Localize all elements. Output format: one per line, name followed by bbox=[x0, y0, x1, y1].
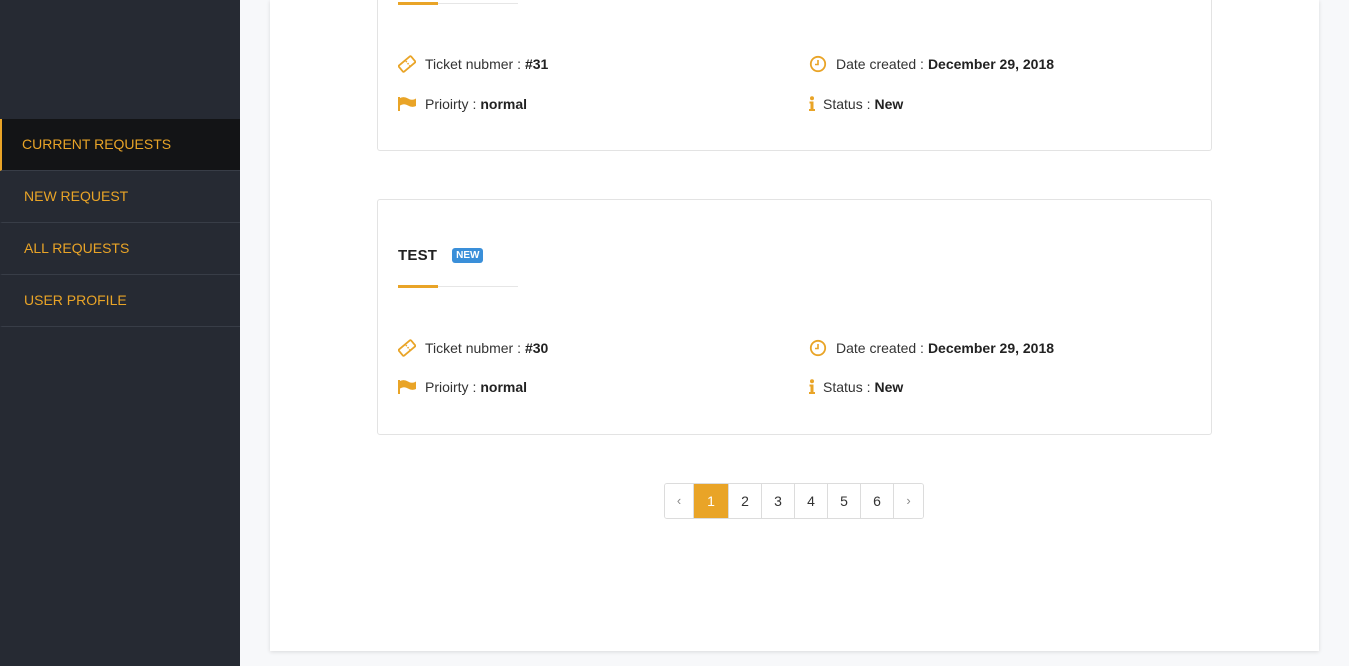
status-label: Status : bbox=[823, 96, 871, 112]
ticket-title[interactable]: TEST bbox=[398, 247, 437, 264]
priority-field: Prioirty : normal bbox=[397, 377, 527, 397]
status-field: Status : New bbox=[808, 377, 903, 397]
ticket-card: TEST NEW Ticket nubmer : #30 Date create… bbox=[377, 199, 1212, 435]
info-icon bbox=[808, 94, 816, 114]
title-underline bbox=[398, 2, 518, 5]
date-created-value: December 29, 2018 bbox=[927, 340, 1055, 356]
sidebar-item-all-requests[interactable]: ALL REQUESTS bbox=[0, 223, 240, 275]
date-created-value: December 29, 2018 bbox=[927, 56, 1055, 72]
date-created-field: Date created : December 29, 2018 bbox=[808, 54, 1054, 74]
pagination-page-4[interactable]: 4 bbox=[795, 484, 828, 518]
status-label: Status : bbox=[823, 379, 871, 395]
sidebar-item-new-request[interactable]: NEW REQUEST bbox=[0, 171, 240, 223]
priority-label: Prioirty : bbox=[425, 96, 477, 112]
ticket-number-field: Ticket nubmer : #31 bbox=[397, 54, 548, 74]
pagination-page-5[interactable]: 5 bbox=[828, 484, 861, 518]
priority-value: normal bbox=[480, 96, 528, 112]
date-created-label: Date created : bbox=[836, 56, 924, 72]
ticket-icon bbox=[397, 54, 417, 74]
title-underline bbox=[398, 285, 518, 288]
priority-value: normal bbox=[480, 379, 528, 395]
pagination-page-1[interactable]: 1 bbox=[694, 484, 729, 518]
ticket-number-label: Ticket nubmer : bbox=[425, 340, 521, 356]
sidebar: CURRENT REQUESTS NEW REQUEST ALL REQUEST… bbox=[0, 0, 240, 666]
priority-label: Prioirty : bbox=[425, 379, 477, 395]
flag-icon bbox=[397, 377, 417, 397]
pagination-page-6[interactable]: 6 bbox=[861, 484, 894, 518]
ticket-icon bbox=[397, 338, 417, 358]
flag-icon bbox=[397, 94, 417, 114]
status-value: New bbox=[874, 379, 904, 395]
main-content: Ticket nubmer : #31 Date created : Decem… bbox=[270, 0, 1319, 651]
pagination-next-button[interactable]: › bbox=[894, 484, 923, 518]
info-icon bbox=[808, 377, 816, 397]
pagination: ‹ 1 2 3 4 5 6 › bbox=[664, 483, 924, 519]
date-created-field: Date created : December 29, 2018 bbox=[808, 338, 1054, 358]
pagination-page-3[interactable]: 3 bbox=[762, 484, 795, 518]
ticket-number-value: #30 bbox=[524, 340, 549, 356]
new-badge: NEW bbox=[452, 247, 484, 263]
status-field: Status : New bbox=[808, 94, 903, 114]
date-created-label: Date created : bbox=[836, 340, 924, 356]
ticket-title-row: TEST NEW bbox=[398, 245, 484, 265]
clock-icon bbox=[808, 54, 828, 74]
priority-field: Prioirty : normal bbox=[397, 94, 527, 114]
pagination-prev-button[interactable]: ‹ bbox=[665, 484, 694, 518]
status-value: New bbox=[874, 96, 904, 112]
ticket-number-label: Ticket nubmer : bbox=[425, 56, 521, 72]
ticket-number-field: Ticket nubmer : #30 bbox=[397, 338, 548, 358]
ticket-number-value: #31 bbox=[524, 56, 549, 72]
sidebar-item-user-profile[interactable]: USER PROFILE bbox=[0, 275, 240, 327]
ticket-card: Ticket nubmer : #31 Date created : Decem… bbox=[377, 0, 1212, 151]
sidebar-nav: CURRENT REQUESTS NEW REQUEST ALL REQUEST… bbox=[0, 119, 240, 327]
sidebar-item-current-requests[interactable]: CURRENT REQUESTS bbox=[0, 119, 240, 171]
pagination-page-2[interactable]: 2 bbox=[729, 484, 762, 518]
clock-icon bbox=[808, 338, 828, 358]
